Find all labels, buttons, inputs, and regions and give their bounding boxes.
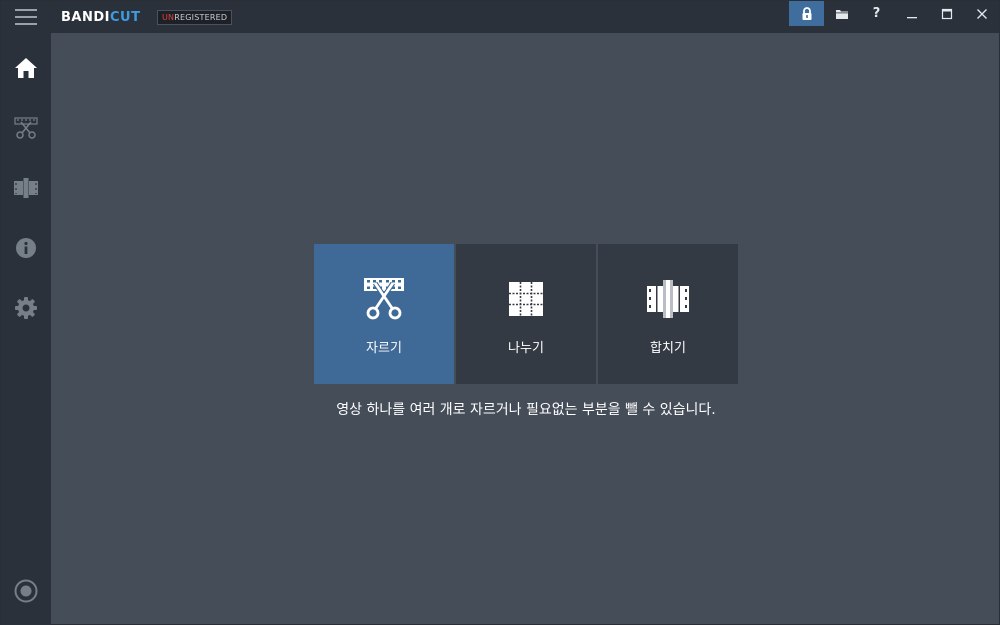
mode-tiles: 자르기 나누기 합치기 <box>314 244 738 384</box>
app-window: BANDICUT UNREGISTERED ? 자르기 나누기 합치기 영상 하… <box>0 0 1000 625</box>
lock-button[interactable] <box>789 1 824 26</box>
logo-text-cut: CUT <box>109 10 141 25</box>
tile-split-label: 나누기 <box>508 341 544 356</box>
sidebar <box>1 33 51 625</box>
join-icon <box>14 178 38 198</box>
titlebar-controls: ? <box>789 1 999 26</box>
close-button[interactable] <box>964 1 999 26</box>
folder-icon <box>835 9 848 19</box>
record-icon <box>14 579 38 603</box>
minimize-icon <box>906 16 917 18</box>
minimize-button[interactable] <box>894 1 929 26</box>
logo-text-bandi: BANDI <box>61 10 110 25</box>
help-icon: ? <box>872 6 881 21</box>
sidebar-item-record[interactable] <box>1 566 51 616</box>
sidebar-item-info[interactable] <box>1 223 51 273</box>
join-film-icon <box>647 280 689 318</box>
badge-un-text: UN <box>162 13 175 22</box>
tile-join[interactable]: 합치기 <box>598 244 738 384</box>
open-folder-button[interactable] <box>824 1 859 26</box>
sidebar-item-cut[interactable] <box>1 103 51 153</box>
tile-cut-label: 자르기 <box>366 341 402 356</box>
tile-join-label: 합치기 <box>650 341 686 356</box>
tile-cut[interactable]: 자르기 <box>314 244 454 384</box>
title-bar: BANDICUT UNREGISTERED ? <box>1 1 999 33</box>
sidebar-item-settings[interactable] <box>1 283 51 333</box>
app-logo: BANDICUT <box>61 10 140 26</box>
settings-icon <box>15 297 37 319</box>
tile-split[interactable]: 나누기 <box>456 244 596 384</box>
split-grid-icon <box>509 282 543 316</box>
mode-description: 영상 하나를 여러 개로 자르거나 필요없는 부분을 뺄 수 있습니다. <box>336 402 716 418</box>
help-button[interactable]: ? <box>859 1 894 26</box>
maximize-button[interactable] <box>929 1 964 26</box>
badge-registered-text: REGISTERED <box>174 13 228 22</box>
unregistered-badge[interactable]: UNREGISTERED <box>157 10 233 25</box>
maximize-icon <box>941 8 952 19</box>
sidebar-item-home[interactable] <box>1 43 51 93</box>
info-icon <box>16 238 36 258</box>
sidebar-item-join[interactable] <box>1 163 51 213</box>
home-icon <box>15 58 37 78</box>
lock-icon <box>802 6 811 20</box>
cut-icon <box>14 117 38 139</box>
close-icon <box>976 8 987 19</box>
hamburger-menu-icon[interactable] <box>1 1 51 33</box>
scissors-film-icon <box>364 278 404 320</box>
